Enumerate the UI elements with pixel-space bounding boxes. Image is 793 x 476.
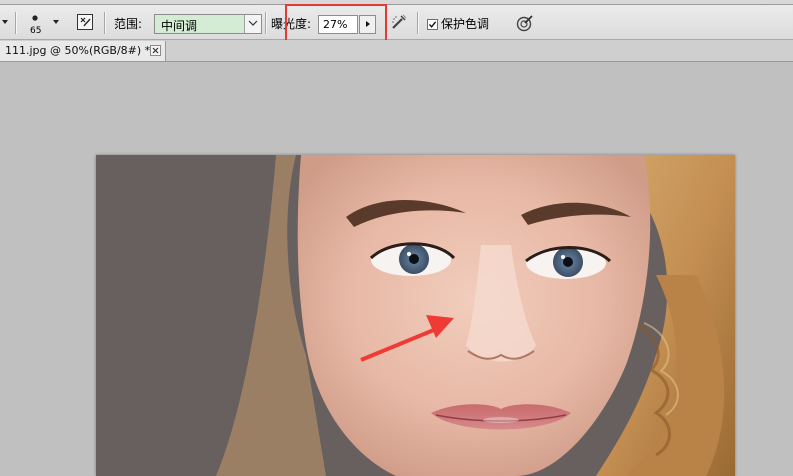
options-bar: 65 范围: 中间调 曝光度: 27% 保护色调: [0, 5, 793, 40]
document-tab-bar: 111.jpg @ 50%(RGB/8#) *: [0, 40, 793, 62]
pressure-for-size-icon[interactable]: [515, 13, 535, 33]
exposure-value: 27%: [323, 18, 348, 31]
document-tab-title: 111.jpg @ 50%(RGB/8#) *: [5, 44, 151, 57]
checkmark-icon: [428, 21, 437, 28]
document-canvas[interactable]: [96, 155, 735, 476]
divider: [15, 12, 17, 34]
brush-picker-icon: [32, 15, 38, 21]
protect-tones-checkbox[interactable]: [427, 19, 438, 30]
exposure-label: 曝光度:: [271, 17, 312, 31]
brush-size-value: 65: [30, 26, 42, 36]
range-label: 范围:: [114, 17, 143, 31]
close-icon: [152, 47, 159, 54]
brush-panel-toggle-icon[interactable]: [76, 13, 94, 31]
play-arrow-icon: [366, 21, 370, 27]
exposure-input[interactable]: 27%: [318, 15, 358, 34]
document-tab[interactable]: 111.jpg @ 50%(RGB/8#) *: [0, 41, 166, 61]
chevron-down-icon: [53, 20, 59, 24]
divider: [265, 12, 267, 34]
portrait-photo: [96, 155, 735, 476]
airbrush-icon[interactable]: [390, 13, 408, 31]
range-dropdown[interactable]: 中间调: [154, 14, 262, 34]
range-dropdown-button[interactable]: [244, 15, 261, 33]
tab-close-button[interactable]: [150, 45, 161, 56]
divider: [417, 12, 419, 34]
tool-preset-picker-icon[interactable]: [2, 20, 8, 24]
divider: [104, 12, 106, 34]
exposure-slider-button[interactable]: [359, 15, 376, 34]
protect-tones-label: 保护色调: [441, 17, 490, 31]
chevron-down-icon: [248, 20, 258, 26]
range-value: 中间调: [161, 19, 198, 33]
